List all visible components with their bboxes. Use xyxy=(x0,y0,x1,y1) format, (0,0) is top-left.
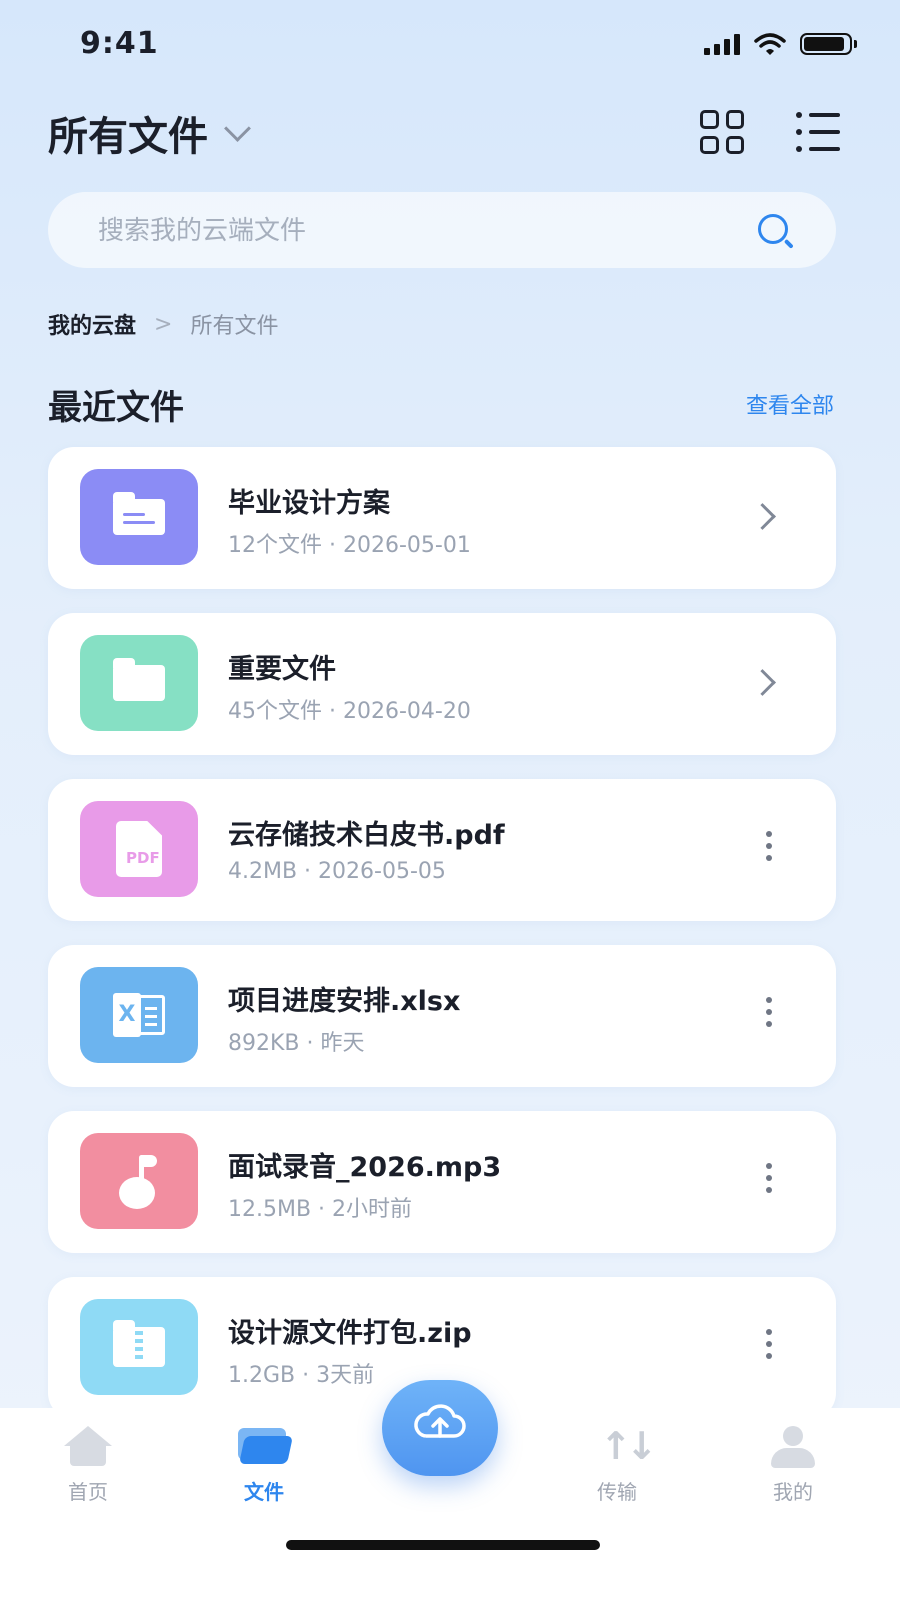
tab-home[interactable]: 首页 xyxy=(33,1418,143,1508)
list-item[interactable]: 面试录音_2026.mp3 12.5MB · 2小时前 xyxy=(48,1111,836,1253)
view-all-link[interactable]: 查看全部 xyxy=(746,388,834,420)
search-icon[interactable] xyxy=(758,214,788,244)
file-name: 重要文件 xyxy=(228,654,336,685)
list-item[interactable]: 云存储技术白皮书.pdf 4.2MB · 2026-05-05 xyxy=(48,779,836,921)
user-icon xyxy=(769,1426,817,1468)
breadcrumb: 我的云盘 > 所有文件 xyxy=(48,308,278,340)
more-options-icon[interactable] xyxy=(766,1163,774,1193)
section-title: 最近文件 xyxy=(48,388,184,428)
file-name: 面试录音_2026.mp3 xyxy=(228,1152,502,1183)
folder-icon xyxy=(80,469,198,565)
grid-view-icon[interactable] xyxy=(700,110,744,154)
zip-icon xyxy=(80,1299,198,1395)
tab-me-label: 我的 xyxy=(773,1480,813,1504)
chevron-right-icon xyxy=(749,669,776,696)
upload-button[interactable] xyxy=(382,1380,498,1476)
file-meta: 4.2MB · 2026-05-05 xyxy=(228,859,446,884)
audio-icon xyxy=(80,1133,198,1229)
file-name: 设计源文件打包.zip xyxy=(228,1318,472,1349)
breadcrumb-current: 所有文件 xyxy=(190,314,279,339)
breadcrumb-root[interactable]: 我的云盘 xyxy=(48,308,136,340)
tab-files[interactable]: 文件 xyxy=(209,1418,319,1508)
tab-transfer[interactable]: ↑↓ 传输 xyxy=(562,1418,672,1508)
page-title[interactable]: 所有文件 xyxy=(48,104,251,162)
page-title-text: 所有文件 xyxy=(48,114,208,160)
signal-icon xyxy=(704,33,740,55)
chevron-right-icon xyxy=(749,503,776,530)
file-meta: 45个文件 · 2026-04-20 xyxy=(228,699,471,724)
file-meta: 1.2GB · 3天前 xyxy=(228,1363,375,1388)
list-item[interactable]: 毕业设计方案 12个文件 · 2026-05-01 xyxy=(48,447,836,589)
excel-icon: X xyxy=(80,967,198,1063)
battery-icon xyxy=(800,33,857,55)
file-name: 云存储技术白皮书.pdf xyxy=(228,820,505,851)
pdf-icon xyxy=(80,801,198,897)
list-item[interactable]: X 项目进度安排.xlsx 892KB · 昨天 xyxy=(48,945,836,1087)
more-options-icon[interactable] xyxy=(766,1329,774,1359)
breadcrumb-separator: > xyxy=(154,311,173,337)
status-time: 9:41 xyxy=(80,26,159,61)
tab-transfer-label: 传输 xyxy=(597,1480,637,1504)
file-name: 项目进度安排.xlsx xyxy=(228,986,461,1017)
home-icon xyxy=(64,1426,112,1466)
more-options-icon[interactable] xyxy=(766,831,774,861)
search-input[interactable] xyxy=(96,192,740,270)
wifi-icon xyxy=(754,33,786,55)
list-view-icon[interactable] xyxy=(796,112,840,152)
search-bar xyxy=(48,192,836,270)
list-item[interactable]: 重要文件 45个文件 · 2026-04-20 xyxy=(48,613,836,755)
folder-icon xyxy=(80,635,198,731)
folder-icon xyxy=(238,1428,293,1464)
file-meta: 892KB · 昨天 xyxy=(228,1031,365,1056)
tab-me[interactable]: 我的 xyxy=(738,1418,848,1508)
chevron-down-icon xyxy=(224,114,251,142)
more-options-icon[interactable] xyxy=(766,997,774,1027)
tab-files-label: 文件 xyxy=(244,1480,284,1504)
transfer-icon: ↑↓ xyxy=(600,1424,658,1468)
tab-home-label: 首页 xyxy=(68,1480,108,1504)
file-meta: 12.5MB · 2小时前 xyxy=(228,1197,413,1222)
status-icons xyxy=(704,32,857,56)
file-name: 毕业设计方案 xyxy=(228,488,390,519)
file-meta: 12个文件 · 2026-05-01 xyxy=(228,533,471,558)
cloud-upload-icon xyxy=(414,1404,466,1442)
home-indicator xyxy=(286,1540,600,1550)
